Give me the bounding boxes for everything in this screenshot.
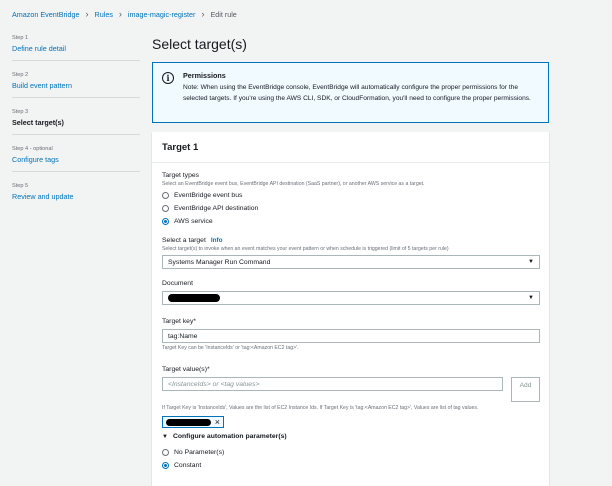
automation-field: ▼ Configure automation parameter(s) No P… (162, 433, 540, 472)
select-target-label-text: Select a target (162, 237, 206, 244)
target-header: Target 1 (152, 132, 549, 163)
step-number: Step 1 (12, 35, 29, 41)
document-select-dropdown[interactable]: ▼ (162, 291, 540, 305)
page-title: Select target(s) (152, 36, 247, 52)
select-target-field: Select a target Info Select target(s) to … (162, 237, 540, 269)
target-values-field: Target value(s)* <InstanceIds> or <tag v… (162, 366, 540, 411)
breadcrumb-current: Edit rule (210, 10, 237, 19)
target-select-value: Systems Manager Run Command (168, 258, 271, 266)
radio-api-destination[interactable]: EventBridge API destination (162, 202, 540, 215)
step-number: Step 2 (12, 72, 29, 78)
target-types-field: Target types Select an EventBridge event… (162, 172, 540, 228)
step-number: Step 3 (12, 109, 29, 115)
step-3: Step 3 Select target(s) (12, 106, 140, 135)
radio-label: No Parameter(s) (174, 449, 225, 456)
step-link-review[interactable]: Review and update (12, 192, 140, 201)
add-value-button[interactable]: Add (511, 377, 540, 402)
alert-title: Permissions (183, 71, 226, 80)
target-values-placeholder: <InstanceIds> or <tag values> (168, 380, 260, 388)
radio-button[interactable] (162, 205, 169, 212)
chevron-right-icon: › (201, 9, 205, 19)
breadcrumb-rule-name[interactable]: image-magic-register (128, 10, 196, 19)
target-key-input[interactable]: tag:Name (162, 329, 540, 343)
target-values-label: Target value(s)* (162, 366, 210, 373)
target-panel: Target 1 Target types Select an EventBri… (152, 132, 549, 486)
select-target-label: Select a target Info (162, 237, 540, 244)
caret-down-icon: ▼ (528, 295, 534, 301)
info-icon: i (162, 72, 174, 84)
close-icon[interactable]: × (215, 418, 220, 427)
target-values-input[interactable]: <InstanceIds> or <tag values> (162, 377, 503, 391)
radio-event-bus[interactable]: EventBridge event bus (162, 189, 540, 202)
document-label: Document (162, 280, 193, 287)
step-number: Step 5 (12, 183, 29, 189)
target-key-label: Target key* (162, 318, 197, 325)
redacted-token-value (166, 418, 211, 426)
step-number: Step 4 - optional (12, 146, 53, 152)
step-link-event-pattern[interactable]: Build event pattern (12, 81, 140, 90)
target-types-desc: Select an EventBridge event bus, EventBr… (162, 181, 425, 187)
breadcrumb-rules[interactable]: Rules (95, 10, 113, 19)
radio-button-selected[interactable] (162, 218, 169, 225)
step-2: Step 2 Build event pattern (12, 69, 140, 98)
chevron-right-icon: › (118, 9, 122, 19)
target-select-dropdown[interactable]: Systems Manager Run Command ▼ (162, 255, 540, 269)
permissions-alert: i Permissions Note: When using the Event… (152, 62, 549, 123)
automation-label: Configure automation parameter(s) (172, 433, 287, 440)
token-list: × (162, 416, 540, 428)
info-link[interactable]: Info (211, 237, 223, 244)
target-values-desc: If Target Key is 'InstanceIds', Values a… (162, 405, 479, 411)
radio-label: Constant (174, 462, 202, 469)
automation-expander[interactable]: ▼ Configure automation parameter(s) (162, 433, 540, 440)
step-current-select-targets: Select target(s) (12, 118, 64, 127)
breadcrumb: Amazon EventBridge › Rules › image-magic… (12, 9, 237, 20)
radio-no-parameters[interactable]: No Parameter(s) (162, 446, 540, 459)
radio-button[interactable] (162, 449, 169, 456)
target-key-desc: Target Key can be 'InstanceIds' or 'tag:… (162, 345, 299, 351)
chevron-right-icon: › (85, 9, 89, 19)
radio-label: EventBridge event bus (174, 192, 243, 199)
caret-down-icon: ▼ (162, 433, 168, 440)
radio-constant[interactable]: Constant (162, 459, 540, 472)
step-1: Step 1 Define rule detail (12, 32, 140, 61)
step-link-configure-tags[interactable]: Configure tags (12, 155, 140, 164)
select-target-desc: Select target(s) to invoke when an event… (162, 246, 449, 252)
radio-label: EventBridge API destination (174, 205, 259, 212)
radio-label: AWS service (174, 218, 213, 225)
step-link-define-rule[interactable]: Define rule detail (12, 44, 140, 53)
step-5: Step 5 Review and update (12, 180, 140, 208)
target-key-value: tag:Name (168, 332, 198, 340)
step-4: Step 4 - optional Configure tags (12, 143, 140, 172)
alert-body: Note: When using the EventBridge console… (183, 84, 531, 102)
value-token: × (162, 416, 224, 428)
radio-aws-service[interactable]: AWS service (162, 215, 540, 228)
document-field: Document ▼ (162, 280, 540, 305)
radio-button-selected[interactable] (162, 462, 169, 469)
caret-down-icon: ▼ (528, 259, 534, 265)
target-key-field: Target key* tag:Name Target Key can be '… (162, 318, 540, 351)
redacted-document-value (168, 294, 220, 302)
wizard-steps: Step 1 Define rule detail Step 2 Build e… (12, 32, 140, 216)
radio-button[interactable] (162, 192, 169, 199)
target-types-label: Target types (162, 172, 200, 179)
breadcrumb-eventbridge[interactable]: Amazon EventBridge (12, 10, 80, 19)
